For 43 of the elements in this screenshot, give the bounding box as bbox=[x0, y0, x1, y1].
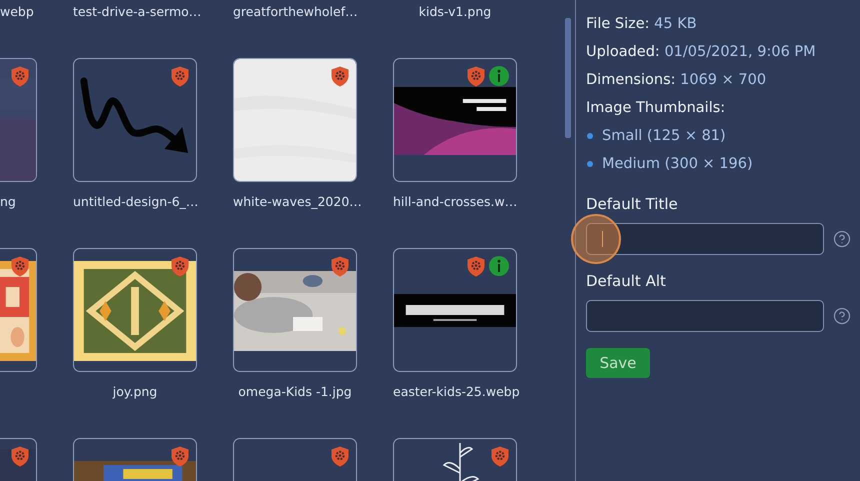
bullet-icon bbox=[587, 133, 593, 139]
save-button[interactable]: Save bbox=[586, 348, 650, 378]
thumbnail-size: Medium (300 × 196) bbox=[602, 155, 753, 174]
shield-gear-icon bbox=[331, 446, 349, 467]
file-name: joy.png bbox=[112, 383, 158, 401]
shield-gear-icon bbox=[11, 446, 29, 467]
file-name: omega-Kids -1.jpg bbox=[237, 383, 353, 401]
image-card[interactable] bbox=[0, 248, 37, 372]
file-name: greatforthewholef… bbox=[233, 3, 357, 21]
shield-gear-icon bbox=[11, 256, 29, 277]
detail-line: File Size: 45 KB bbox=[586, 15, 698, 34]
input-field[interactable] bbox=[586, 300, 824, 332]
file-name: hill-and-crosses.w… bbox=[393, 193, 517, 211]
help-icon[interactable] bbox=[833, 307, 851, 325]
file-name: webp bbox=[0, 3, 35, 21]
scrollbar[interactable] bbox=[565, 18, 571, 138]
thumbnail-size: Small (125 × 81) bbox=[602, 127, 726, 146]
field-label: Default Title bbox=[586, 194, 679, 214]
file-name: kids-v1.png bbox=[418, 3, 492, 21]
field-label: Default Alt bbox=[586, 271, 667, 291]
bullet-icon bbox=[587, 161, 593, 167]
file-name: easter-kids-25.webp bbox=[393, 383, 517, 401]
text-caret bbox=[602, 231, 603, 247]
shield-gear-icon bbox=[171, 446, 189, 467]
image-card[interactable] bbox=[233, 248, 357, 372]
detail-line: Dimensions: 1069 × 700 bbox=[586, 71, 768, 90]
file-name: ng bbox=[0, 193, 17, 211]
image-card[interactable] bbox=[393, 58, 517, 182]
input-field[interactable] bbox=[586, 223, 824, 255]
shield-gear-icon bbox=[171, 66, 189, 87]
shield-gear-icon bbox=[467, 66, 485, 87]
thumbnails-label: Image Thumbnails: bbox=[586, 99, 726, 118]
help-icon[interactable] bbox=[833, 230, 851, 248]
shield-gear-icon bbox=[171, 256, 189, 277]
image-card[interactable] bbox=[73, 248, 197, 372]
file-name: untitled-design-6_… bbox=[73, 193, 197, 211]
shield-gear-icon bbox=[331, 66, 349, 87]
detail-line: Uploaded: 01/05/2021, 9:06 PM bbox=[586, 43, 817, 62]
shield-gear-icon bbox=[491, 446, 509, 467]
image-card[interactable] bbox=[393, 248, 517, 372]
shield-gear-icon bbox=[11, 66, 29, 87]
shield-gear-icon bbox=[467, 256, 485, 277]
shield-gear-icon bbox=[331, 256, 349, 277]
